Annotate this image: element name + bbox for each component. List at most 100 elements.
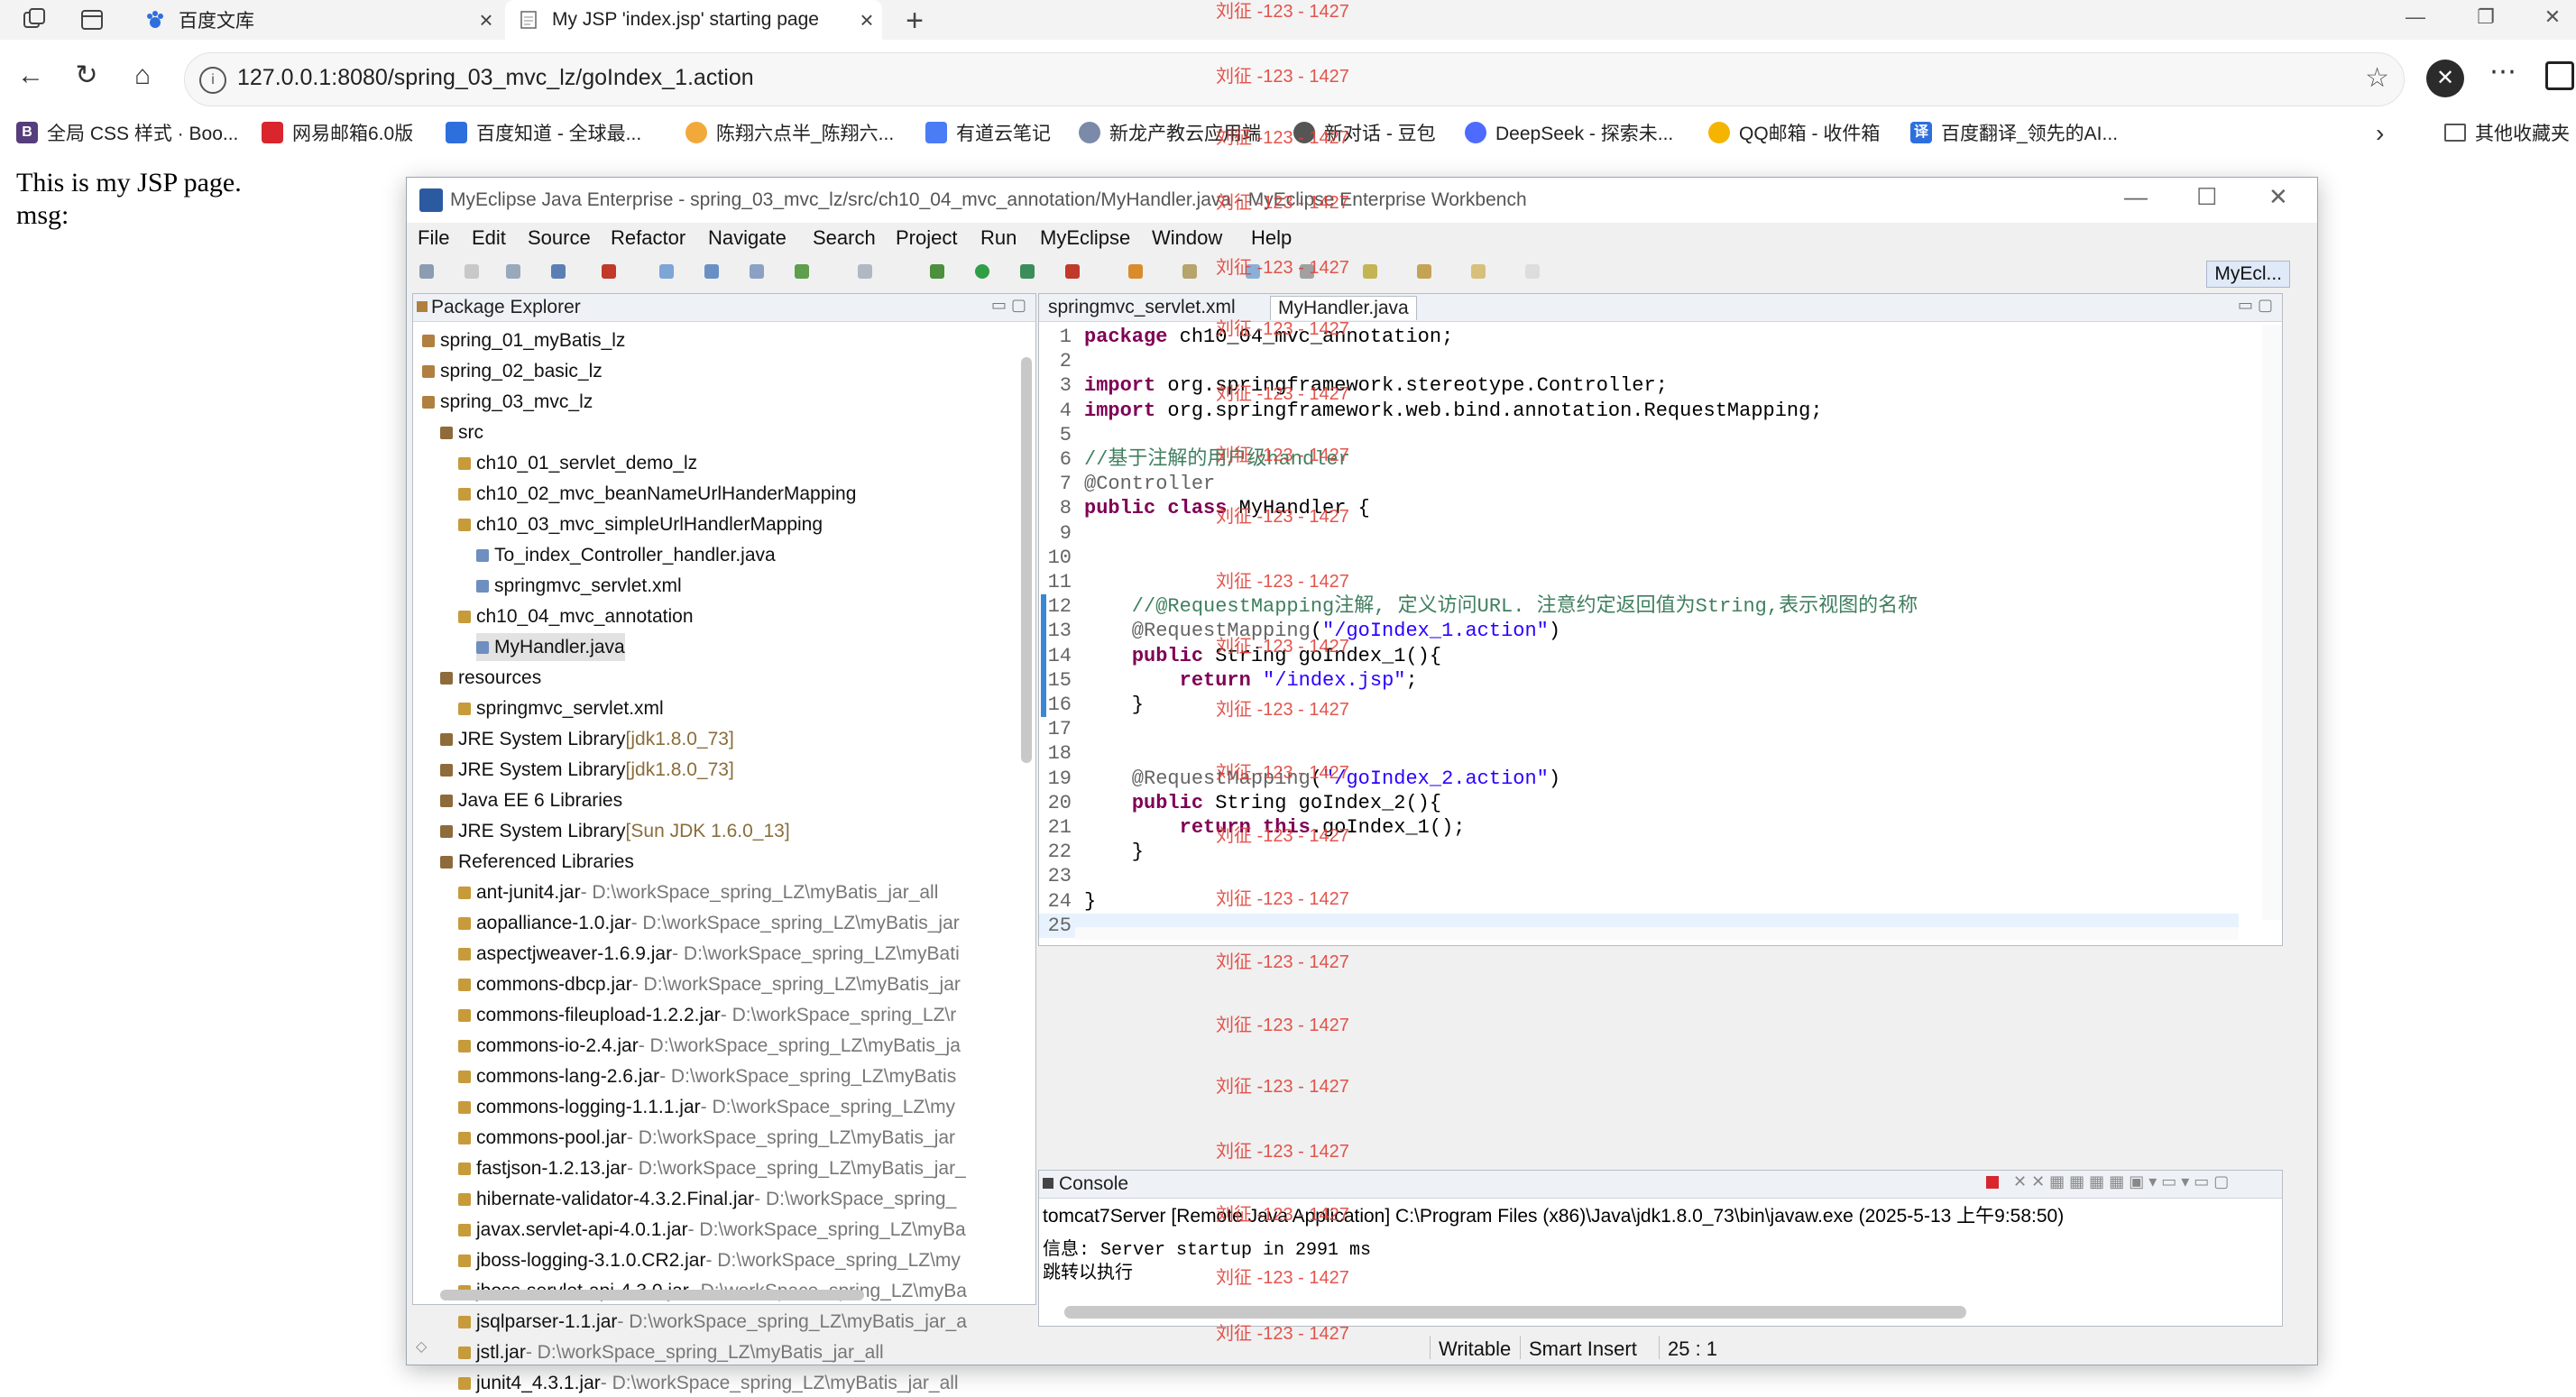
tab-myhandler-java[interactable]: MyHandler.java <box>1270 296 1417 320</box>
bookmark-youdao-note[interactable]: 有道云笔记 <box>925 119 1051 146</box>
address-bar[interactable]: i 127.0.0.1:8080/spring_03_mvc_lz/goInde… <box>184 52 2405 106</box>
tree-item[interactable]: src <box>440 418 483 446</box>
tree-item[interactable]: ch10_03_mvc_simpleUrlHandlerMapping <box>458 510 823 538</box>
print-icon[interactable] <box>506 264 520 279</box>
tree-item[interactable]: ch10_02_mvc_beanNameUrlHanderMapping <box>458 480 856 508</box>
close-tab-icon[interactable]: × <box>471 6 501 34</box>
chevron-right-icon[interactable]: › <box>2376 119 2384 148</box>
editor-vertical-scrollbar[interactable] <box>2262 325 2282 920</box>
console-horizontal-scrollbar[interactable] <box>1064 1306 1966 1319</box>
bookmark-xinlong[interactable]: 新龙产教云应用端 <box>1079 119 1261 146</box>
address-url[interactable]: 127.0.0.1:8080/spring_03_mvc_lz/goIndex_… <box>237 65 754 91</box>
editor-minmax-icon[interactable]: ▭ ▢ <box>2238 296 2273 315</box>
tree-item[interactable]: commons-logging-1.1.1.jar - D:\workSpace… <box>458 1093 955 1121</box>
tab-jsp-page[interactable]: My JSP 'index.jsp' starting page × <box>505 0 882 40</box>
tree-item[interactable]: ch10_01_servlet_demo_lz <box>458 449 697 477</box>
tab-baidu-wenku[interactable]: 百度文库 × <box>132 0 501 40</box>
server-icon[interactable] <box>551 264 566 279</box>
deploy-icon[interactable] <box>602 264 616 279</box>
bookmark-qq-mail[interactable]: QQ邮箱 - 收件箱 <box>1708 119 1880 146</box>
menu-search[interactable]: Search <box>813 226 876 250</box>
tree-item[interactable]: javax.servlet-api-4.0.1.jar - D:\workSpa… <box>458 1216 966 1244</box>
next-annotation-icon[interactable] <box>1363 264 1377 279</box>
coverage-icon[interactable] <box>1020 264 1035 279</box>
forward-navigation-icon[interactable] <box>1525 264 1540 279</box>
ide-minimize-button[interactable]: — <box>2124 183 2148 211</box>
tab-actions-icon[interactable] <box>78 5 106 34</box>
profile-avatar[interactable]: ✕ <box>2426 60 2464 97</box>
console-title[interactable]: Console <box>1059 1173 1128 1195</box>
tree-item[interactable]: To_index_Controller_handler.java <box>476 541 776 569</box>
debug-icon[interactable] <box>930 264 944 279</box>
tree-item[interactable]: JRE System Library [Sun JDK 1.6.0_13] <box>440 817 790 845</box>
tree-item[interactable]: junit4_4.3.1.jar - D:\workSpace_spring_L… <box>458 1369 959 1397</box>
new-tab-button[interactable]: + <box>898 4 931 39</box>
view-menu-icon[interactable]: ▭ ▢ <box>991 296 1026 315</box>
bookmark-baidu-fanyi[interactable]: 译 百度翻译_领先的AI... <box>1910 119 2118 146</box>
search-icon[interactable] <box>858 264 872 279</box>
prev-annotation-icon[interactable] <box>1417 264 1431 279</box>
open-folder-icon[interactable] <box>1128 264 1143 279</box>
home-icon[interactable]: ⌂ <box>124 58 161 94</box>
tree-item[interactable]: commons-io-2.4.jar - D:\workSpace_spring… <box>458 1032 961 1060</box>
new-package-icon[interactable] <box>704 264 719 279</box>
menu-window[interactable]: Window <box>1152 226 1222 250</box>
toggle-block-icon[interactable] <box>1300 264 1314 279</box>
tree-item[interactable]: JRE System Library [jdk1.8.0_73] <box>440 756 734 784</box>
tree-item[interactable]: spring_02_basic_lz <box>422 357 603 385</box>
sidebar-toggle-icon[interactable] <box>2545 61 2574 90</box>
minimize-window-button[interactable]: — <box>2388 5 2443 29</box>
tree-item[interactable]: spring_01_myBatis_lz <box>422 326 625 354</box>
new-icon[interactable] <box>419 264 434 279</box>
back-navigation-icon[interactable] <box>1471 264 1486 279</box>
tree-item[interactable]: jboss-logging-3.1.0.CR2.jar - D:\workSpa… <box>458 1246 961 1274</box>
bookmark-chenxiang[interactable]: 陈翔六点半_陈翔六... <box>685 119 894 146</box>
menu-navigate[interactable]: Navigate <box>708 226 787 250</box>
menu-edit[interactable]: Edit <box>472 226 506 250</box>
close-window-button[interactable]: ✕ <box>2525 5 2576 29</box>
site-info-icon[interactable]: i <box>199 67 226 94</box>
bookmark-bootstrap[interactable]: B 全局 CSS 样式 · Boo... <box>16 119 238 146</box>
tree-item[interactable]: springmvc_servlet.xml <box>458 694 664 722</box>
bookmark-baidu-zhidao[interactable]: 百度知道 - 全球最... <box>446 119 641 146</box>
tree-item[interactable]: JRE System Library [jdk1.8.0_73] <box>440 725 734 753</box>
more-menu-icon[interactable]: ⋯ <box>2489 56 2516 87</box>
tree-item[interactable]: aopalliance-1.0.jar - D:\workSpace_sprin… <box>458 909 960 937</box>
other-bookmarks-folder[interactable]: 其他收藏夹 <box>2444 119 2570 146</box>
toggle-mark-icon[interactable] <box>1246 264 1260 279</box>
favorite-star-icon[interactable]: ☆ <box>2365 62 2389 94</box>
menu-file[interactable]: File <box>418 226 449 250</box>
terminate-icon[interactable] <box>1986 1176 1999 1189</box>
tree-item[interactable]: spring_03_mvc_lz <box>422 388 593 416</box>
bookmark-163-mail[interactable]: 网易邮箱6.0版 <box>262 119 413 146</box>
tree-item[interactable]: ant-junit4.jar - D:\workSpace_spring_LZ\… <box>458 878 938 906</box>
menu-source[interactable]: Source <box>528 226 591 250</box>
tree-item[interactable]: hibernate-validator-4.3.2.Final.jar - D:… <box>458 1185 956 1213</box>
menu-run[interactable]: Run <box>980 226 1017 250</box>
menu-myeclipse[interactable]: MyEclipse <box>1040 226 1130 250</box>
restore-window-button[interactable]: ❐ <box>2459 5 2513 29</box>
close-tab-icon[interactable]: × <box>851 6 882 34</box>
open-type-icon[interactable] <box>795 264 809 279</box>
horizontal-scrollbar[interactable] <box>440 1290 864 1300</box>
tree-item[interactable]: fastjson-1.2.13.jar - D:\workSpace_sprin… <box>458 1154 966 1182</box>
new-project-icon[interactable] <box>659 264 674 279</box>
console-toolbar-icons[interactable]: ✕ ✕ ▦ ▦ ▦ ▦ ▣ ▾ ▭ ▾ ▭ ▢ <box>2013 1172 2229 1191</box>
editor-horizontal-scrollbar[interactable] <box>1075 927 2239 940</box>
save-icon[interactable] <box>465 264 479 279</box>
reload-icon[interactable]: ↻ <box>69 58 105 94</box>
tree-item[interactable]: Referenced Libraries <box>440 848 634 876</box>
new-class-icon[interactable] <box>750 264 764 279</box>
tab-springmvc-servlet-xml[interactable]: springmvc_servlet.xml <box>1041 296 1243 319</box>
tree-item[interactable]: Java EE 6 Libraries <box>440 786 622 814</box>
tree-item[interactable]: resources <box>440 664 541 692</box>
run-icon[interactable] <box>975 264 989 279</box>
tree-item[interactable]: springmvc_servlet.xml <box>476 572 682 600</box>
workspaces-icon[interactable] <box>20 5 49 34</box>
external-tools-icon[interactable] <box>1065 264 1080 279</box>
tree-item[interactable]: commons-fileupload-1.2.2.jar - D:\workSp… <box>458 1001 956 1029</box>
menu-project[interactable]: Project <box>896 226 957 250</box>
tree-item[interactable]: commons-pool.jar - D:\workSpace_spring_L… <box>458 1124 955 1152</box>
vertical-scrollbar[interactable] <box>1021 357 1032 763</box>
bookmark-doubao[interactable]: 新对话 - 豆包 <box>1293 119 1436 146</box>
